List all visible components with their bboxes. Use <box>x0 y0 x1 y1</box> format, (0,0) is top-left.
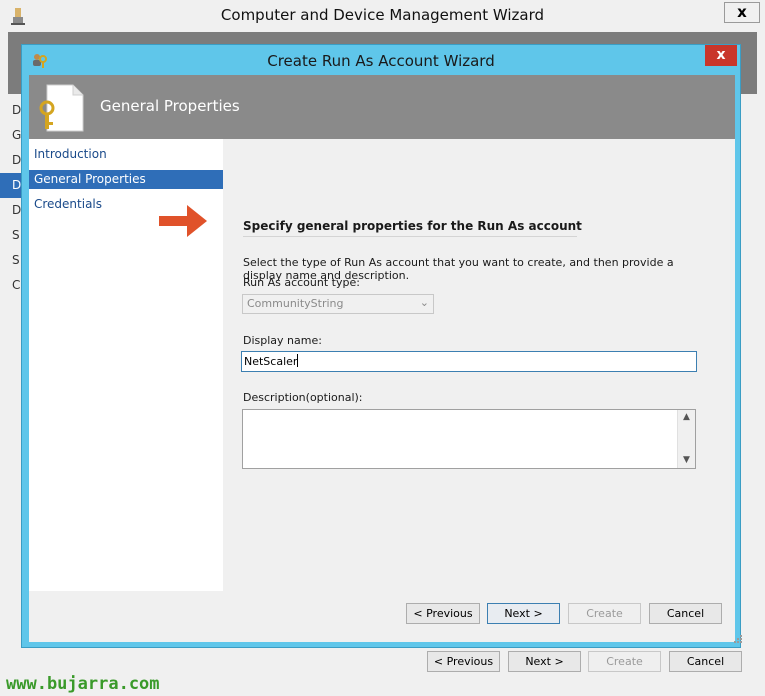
description-scrollbar[interactable]: ▲ ▼ <box>677 410 695 468</box>
watermark: www.bujarra.com <box>6 674 160 694</box>
section-divider <box>243 236 577 237</box>
account-type-value: CommunityString <box>247 297 344 310</box>
wizard-page-header: General Properties <box>29 75 735 139</box>
scroll-up-icon[interactable]: ▲ <box>678 410 695 425</box>
cancel-button[interactable]: Cancel <box>649 603 722 624</box>
form-pane: Specify general properties for the Run A… <box>223 139 735 591</box>
outer-titlebar: Computer and Device Management Wizard x <box>0 0 765 32</box>
resize-grip-icon[interactable] <box>734 635 742 643</box>
outer-create-button[interactable]: Create <box>588 651 661 672</box>
display-name-label: Display name: <box>243 334 322 347</box>
outer-previous-button[interactable]: < Previous <box>427 651 500 672</box>
arrow-right-icon <box>159 205 207 237</box>
wizard-page-title: General Properties <box>100 97 240 115</box>
section-title: Specify general properties for the Run A… <box>243 219 582 233</box>
inner-close-button[interactable]: x <box>705 45 737 66</box>
outer-nav-item[interactable]: C <box>0 273 22 298</box>
outer-nav-pane: D G D D D S S C <box>0 98 22 298</box>
scroll-down-icon[interactable]: ▼ <box>678 453 695 468</box>
account-type-label: Run As account type: <box>243 276 360 289</box>
outer-nav-item[interactable]: D <box>0 198 22 223</box>
previous-button[interactable]: < Previous <box>406 603 480 624</box>
create-button[interactable]: Create <box>568 603 641 624</box>
display-name-field[interactable]: NetScaler <box>241 351 697 372</box>
display-name-value: NetScaler <box>244 355 298 368</box>
description-label: Description(optional): <box>243 391 363 404</box>
chevron-down-icon: ⌄ <box>419 296 429 309</box>
outer-cancel-button[interactable]: Cancel <box>669 651 742 672</box>
outer-nav-item[interactable]: S <box>0 248 22 273</box>
outer-nav-item-selected[interactable]: D <box>0 173 22 198</box>
outer-close-button[interactable]: x <box>724 2 760 23</box>
outer-nav-item[interactable]: G <box>0 123 22 148</box>
outer-nav-item[interactable]: D <box>0 98 22 123</box>
outer-window-title: Computer and Device Management Wizard <box>220 6 545 24</box>
outer-next-button[interactable]: Next > <box>508 651 581 672</box>
step-introduction[interactable]: Introduction <box>29 145 223 164</box>
inner-window-title: Create Run As Account Wizard <box>267 52 495 70</box>
outer-nav-item[interactable]: S <box>0 223 22 248</box>
description-field[interactable]: ▲ ▼ <box>242 409 696 469</box>
inner-wizard-window: Create Run As Account Wizard x General P… <box>21 44 742 648</box>
outer-nav-item[interactable]: D <box>0 148 22 173</box>
wizard-content: Introduction General Properties Credenti… <box>29 139 735 642</box>
inner-titlebar: Create Run As Account Wizard x <box>22 45 740 75</box>
step-general-properties[interactable]: General Properties <box>29 170 223 189</box>
document-key-icon <box>39 84 84 132</box>
text-caret <box>297 354 299 367</box>
next-button[interactable]: Next > <box>487 603 560 624</box>
account-type-select[interactable]: CommunityString ⌄ <box>242 294 434 314</box>
